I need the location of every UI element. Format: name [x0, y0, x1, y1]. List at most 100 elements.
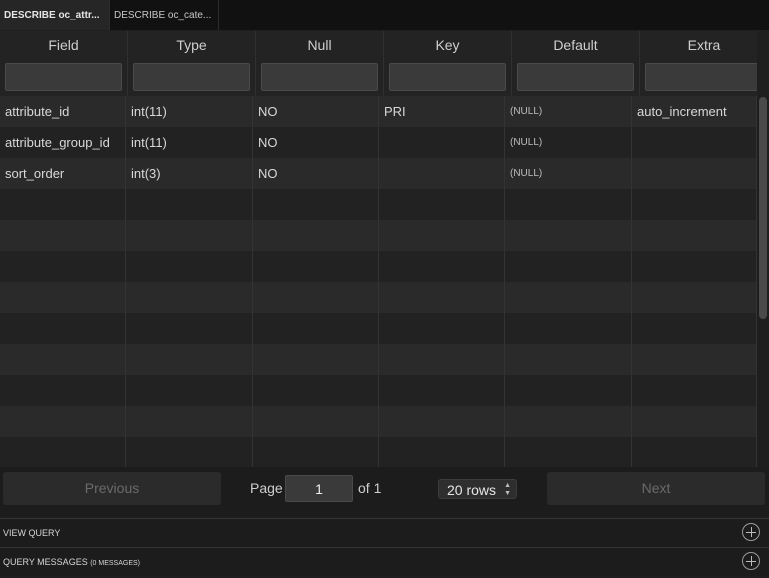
scrollbar-thumb[interactable]	[759, 97, 767, 319]
filter-input-default[interactable]	[517, 63, 634, 91]
empty-row	[0, 251, 757, 282]
empty-cell	[126, 220, 253, 251]
empty-row	[0, 220, 757, 251]
empty-cell	[253, 437, 379, 467]
previous-button[interactable]: Previous	[3, 472, 221, 505]
filter-cell-extra	[640, 59, 757, 96]
cell-extra[interactable]: auto_increment	[632, 96, 757, 127]
filter-input-key[interactable]	[389, 63, 506, 91]
cell-field[interactable]: sort_order	[0, 158, 126, 189]
pagination-bar: Previous Page of 1 20 rows ▲▼ Next	[0, 467, 769, 517]
tab-describe-oc-category[interactable]: DESCRIBE oc_cate...	[110, 0, 219, 30]
empty-cell	[632, 344, 757, 375]
rows-per-page-value: 20 rows	[447, 482, 497, 498]
cell-default[interactable]: (NULL)	[505, 127, 632, 158]
empty-cell	[379, 406, 505, 437]
empty-cell	[379, 282, 505, 313]
cell-type[interactable]: int(11)	[126, 96, 253, 127]
table-row[interactable]: attribute_id int(11) NO PRI (NULL) auto_…	[0, 96, 757, 127]
empty-cell	[253, 344, 379, 375]
table-row[interactable]: sort_order int(3) NO (NULL)	[0, 158, 757, 189]
column-header-null[interactable]: Null	[256, 31, 384, 59]
empty-row	[0, 437, 757, 467]
empty-cell	[379, 375, 505, 406]
empty-cell	[126, 406, 253, 437]
empty-cell	[505, 375, 632, 406]
empty-cell	[505, 251, 632, 282]
empty-cell	[379, 189, 505, 220]
empty-cell	[632, 437, 757, 467]
query-messages-panel[interactable]: QUERY MESSAGES (0 MESSAGES)	[0, 547, 769, 576]
tab-describe-oc-attribute[interactable]: DESCRIBE oc_attr...	[0, 0, 110, 30]
expand-plus-icon[interactable]	[742, 552, 760, 570]
view-query-panel[interactable]: VIEW QUERY	[0, 518, 769, 547]
empty-cell	[379, 220, 505, 251]
tab-bar: DESCRIBE oc_attr... DESCRIBE oc_cate...	[0, 0, 769, 30]
page-label: Page	[250, 480, 283, 496]
empty-cell	[0, 189, 126, 220]
column-header-extra[interactable]: Extra	[640, 31, 757, 59]
empty-cell	[0, 220, 126, 251]
cell-key[interactable]: PRI	[379, 96, 505, 127]
cell-key[interactable]	[379, 127, 505, 158]
query-messages-title: QUERY MESSAGES	[3, 557, 88, 567]
empty-cell	[505, 406, 632, 437]
table-row[interactable]: attribute_group_id int(11) NO (NULL)	[0, 127, 757, 158]
empty-cell	[632, 189, 757, 220]
empty-cell	[126, 251, 253, 282]
empty-cell	[379, 437, 505, 467]
cell-null[interactable]: NO	[253, 158, 379, 189]
empty-cell	[126, 189, 253, 220]
cell-default[interactable]: (NULL)	[505, 158, 632, 189]
empty-cell	[632, 375, 757, 406]
empty-row	[0, 406, 757, 437]
vertical-scrollbar[interactable]	[757, 97, 769, 467]
updown-caret-icon: ▲ ▼	[504, 482, 511, 497]
empty-cell	[505, 313, 632, 344]
empty-cell	[0, 282, 126, 313]
cell-extra[interactable]	[632, 127, 757, 158]
empty-cell	[379, 344, 505, 375]
column-header-key[interactable]: Key	[384, 31, 512, 59]
empty-cell	[505, 220, 632, 251]
empty-cell	[0, 344, 126, 375]
empty-cell	[379, 313, 505, 344]
column-header-default[interactable]: Default	[512, 31, 640, 59]
filter-input-type[interactable]	[133, 63, 250, 91]
column-header-field[interactable]: Field	[0, 31, 128, 59]
empty-cell	[253, 375, 379, 406]
cell-null[interactable]: NO	[253, 127, 379, 158]
query-messages-count: (0 MESSAGES)	[90, 560, 141, 567]
cell-type[interactable]: int(3)	[126, 158, 253, 189]
page-count-label: of 1	[358, 480, 382, 496]
empty-cell	[126, 344, 253, 375]
empty-cell	[253, 406, 379, 437]
rows-per-page-select[interactable]: 20 rows ▲ ▼	[438, 479, 517, 499]
cell-field[interactable]: attribute_group_id	[0, 127, 126, 158]
cell-field[interactable]: attribute_id	[0, 96, 126, 127]
empty-cell	[632, 251, 757, 282]
empty-cell	[126, 375, 253, 406]
empty-cell	[632, 406, 757, 437]
expand-plus-icon[interactable]	[742, 523, 760, 541]
filter-input-extra[interactable]	[645, 63, 757, 91]
cell-default[interactable]: (NULL)	[505, 96, 632, 127]
empty-cell	[505, 437, 632, 467]
empty-cell	[505, 344, 632, 375]
filter-input-field[interactable]	[5, 63, 122, 91]
empty-row	[0, 344, 757, 375]
page-number-input[interactable]	[285, 475, 353, 502]
query-messages-label: QUERY MESSAGES (0 MESSAGES)	[3, 548, 140, 578]
empty-cell	[632, 313, 757, 344]
empty-cell	[632, 220, 757, 251]
next-button[interactable]: Next	[547, 472, 765, 505]
empty-cell	[253, 220, 379, 251]
cell-key[interactable]	[379, 158, 505, 189]
cell-null[interactable]: NO	[253, 96, 379, 127]
empty-cell	[505, 189, 632, 220]
cell-extra[interactable]	[632, 158, 757, 189]
column-header-type[interactable]: Type	[128, 31, 256, 59]
filter-input-null[interactable]	[261, 63, 378, 91]
empty-cell	[0, 437, 126, 467]
cell-type[interactable]: int(11)	[126, 127, 253, 158]
